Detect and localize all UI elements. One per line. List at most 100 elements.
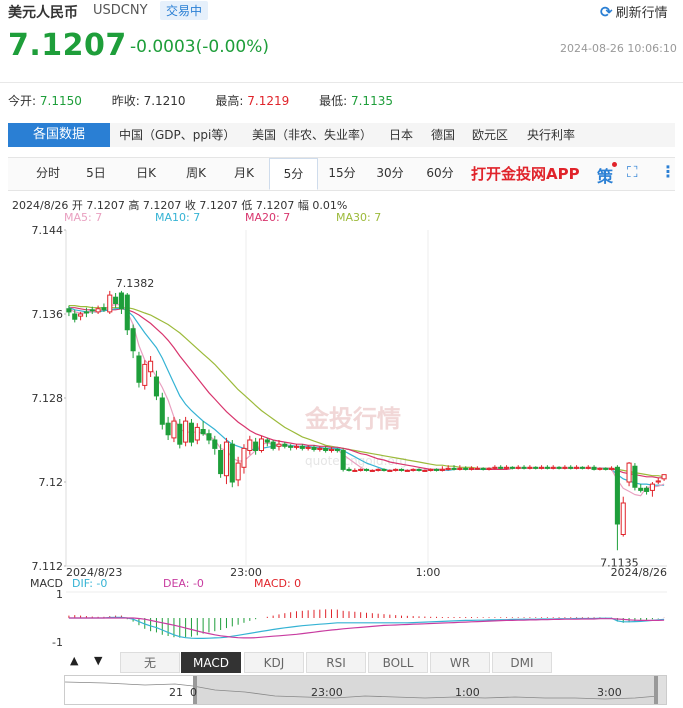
indicator-wr[interactable]: WR bbox=[430, 652, 490, 673]
candle-body bbox=[626, 462, 632, 483]
candle-body bbox=[451, 467, 457, 470]
open-app-link[interactable]: 打开金投网APP bbox=[471, 163, 580, 184]
instrument-code: USDCNY bbox=[93, 3, 148, 18]
quote-stats: 今开: 7.1150 昨收: 7.1210 最高: 7.1219 最低: 7.1… bbox=[8, 92, 419, 109]
candle-body bbox=[130, 328, 136, 352]
scroll-down-arrow-icon[interactable]: ▼ bbox=[94, 654, 102, 667]
candle-body bbox=[118, 292, 124, 310]
tab-5min[interactable]: 5分 bbox=[269, 158, 318, 190]
candle-body bbox=[346, 468, 352, 471]
candle-body bbox=[562, 466, 568, 469]
candle-body bbox=[124, 294, 130, 331]
indicator-boll[interactable]: BOLL bbox=[368, 652, 428, 673]
candle-body bbox=[293, 445, 300, 448]
candle-body bbox=[136, 355, 142, 383]
more-menu-icon[interactable]: ⋮ bbox=[660, 162, 676, 181]
nav-country-data[interactable]: 各国数据 bbox=[8, 123, 110, 147]
indicator-none[interactable]: 无 bbox=[120, 652, 180, 673]
candle-body bbox=[381, 468, 387, 471]
x-tick-label: 1:00 bbox=[416, 566, 441, 579]
tab-15min[interactable]: 15分 bbox=[320, 158, 364, 188]
fullscreen-icon[interactable]: ⛶ bbox=[627, 163, 638, 181]
candle-body bbox=[527, 466, 533, 469]
tab-60min[interactable]: 60分 bbox=[416, 158, 464, 188]
indicator-kdj[interactable]: KDJ bbox=[244, 652, 304, 673]
candle-body bbox=[574, 466, 580, 469]
strategy-notification-dot bbox=[612, 162, 617, 167]
trading-status-badge: 交易中 bbox=[160, 1, 209, 20]
candle-body bbox=[661, 474, 667, 480]
candle-body bbox=[369, 469, 375, 472]
candle-body bbox=[148, 360, 154, 373]
candle-body bbox=[410, 468, 416, 471]
candle-body bbox=[317, 447, 323, 450]
candle-body bbox=[276, 443, 282, 447]
watermark-text: 金投行情 bbox=[304, 405, 401, 433]
strategy-button[interactable]: 策 bbox=[597, 163, 613, 187]
refresh-button[interactable]: ⟳ 刷新行情 bbox=[600, 2, 668, 22]
macd-dea: DEA: -0 bbox=[163, 577, 204, 590]
candle-body bbox=[95, 308, 101, 313]
candle-body bbox=[323, 447, 329, 451]
candle-body bbox=[632, 465, 638, 488]
tab-weekly-k[interactable]: 周K bbox=[174, 158, 218, 188]
macd-y-tick-label: -1 bbox=[52, 636, 63, 649]
y-tick-label: 7.112 bbox=[32, 560, 64, 573]
nav-germany[interactable]: 德国 bbox=[431, 123, 455, 147]
macd-label: MACD bbox=[30, 577, 63, 590]
candle-body bbox=[614, 466, 620, 525]
candle-body bbox=[498, 466, 504, 469]
navigator-label-100: 1:00 bbox=[455, 686, 480, 699]
y-axis-ticks: 7.144 7.136 7.128 7.12 7.112 bbox=[32, 224, 66, 573]
watermark-url: quote.cngold.org bbox=[305, 454, 407, 468]
tab-daily-k[interactable]: 日K bbox=[124, 158, 168, 188]
candle-body bbox=[229, 443, 235, 483]
candle-body bbox=[352, 469, 358, 472]
tab-30min[interactable]: 30分 bbox=[368, 158, 412, 188]
candle-body bbox=[439, 468, 445, 471]
nav-eurozone[interactable]: 欧元区 bbox=[472, 123, 508, 147]
candle-body bbox=[463, 467, 469, 470]
candle-body bbox=[363, 468, 370, 471]
candle-body bbox=[416, 468, 422, 471]
candle-body bbox=[568, 466, 574, 469]
nav-japan[interactable]: 日本 bbox=[389, 123, 413, 147]
tab-monthly-k[interactable]: 月K bbox=[222, 158, 266, 188]
tab-5day[interactable]: 5日 bbox=[76, 158, 116, 188]
y-tick-label: 7.12 bbox=[39, 476, 64, 489]
nav-china[interactable]: 中国（GDP、ppi等） bbox=[119, 123, 235, 147]
refresh-icon: ⟳ bbox=[600, 2, 613, 21]
candle-body bbox=[492, 466, 498, 469]
range-navigator[interactable]: 21 0 23:00 1:00 3:00 bbox=[64, 675, 667, 705]
candle-body bbox=[334, 448, 340, 451]
candle-body bbox=[585, 466, 591, 469]
candle-amp-label: 幅 bbox=[297, 199, 309, 212]
y-tick-label: 7.144 bbox=[32, 224, 64, 237]
candle-body bbox=[433, 468, 440, 471]
high-label: 最高: bbox=[215, 94, 244, 108]
candle-body bbox=[159, 397, 165, 425]
candle-body bbox=[603, 467, 609, 470]
candle-body bbox=[422, 469, 428, 472]
navigator-label-21: 21 bbox=[169, 686, 183, 699]
candle-body bbox=[620, 502, 626, 535]
nav-central-bank-rate[interactable]: 央行利率 bbox=[527, 123, 575, 147]
candle-body bbox=[206, 433, 212, 441]
candle-body bbox=[288, 445, 294, 448]
candle-body bbox=[305, 446, 311, 449]
indicator-rsi[interactable]: RSI bbox=[306, 652, 366, 673]
candle-date: 2024/8/26 bbox=[12, 199, 69, 212]
prev-close-value: 7.1210 bbox=[143, 94, 186, 108]
indicator-dmi[interactable]: DMI bbox=[492, 652, 552, 673]
tab-timeshare[interactable]: 分时 bbox=[24, 158, 72, 188]
navigator-window bbox=[193, 676, 658, 704]
indicator-macd[interactable]: MACD bbox=[181, 652, 241, 673]
candle-body bbox=[544, 466, 550, 469]
price-change: -0.0003(-0.00%) bbox=[130, 37, 270, 57]
current-price: 7.1207 bbox=[8, 28, 127, 63]
candle-body bbox=[153, 376, 159, 397]
candle-body bbox=[468, 467, 475, 470]
nav-usa[interactable]: 美国（非农、失业率） bbox=[252, 123, 372, 147]
candle-body bbox=[649, 483, 655, 491]
scroll-up-arrow-icon[interactable]: ▲ bbox=[70, 654, 78, 667]
